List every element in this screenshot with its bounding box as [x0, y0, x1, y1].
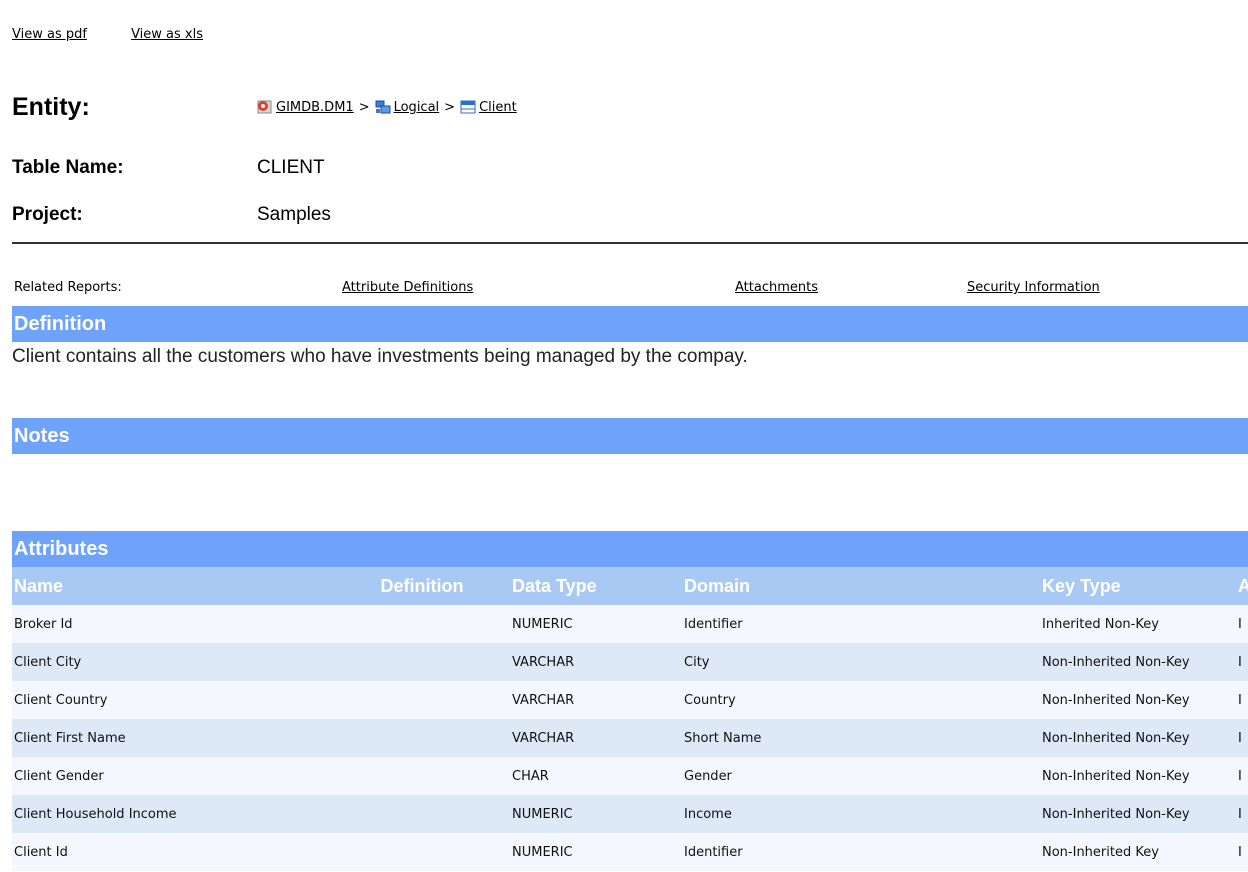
entity-table-icon [460, 99, 476, 115]
cell-definition [332, 719, 510, 757]
cell-name: Client Country [12, 681, 332, 719]
table-name-row: Table Name: CLIENT [12, 154, 325, 182]
cell-key-type: Non-Inherited Non-Key [1040, 681, 1236, 719]
table-row: Client First Name VARCHAR Short Name Non… [12, 719, 1248, 757]
cell-key-type: Inherited Non-Key [1040, 605, 1236, 643]
cell-name: Client Gender [12, 757, 332, 795]
column-header-data-type[interactable]: Data Type [510, 567, 682, 605]
project-value: Samples [257, 204, 331, 225]
cell-truncated: I [1236, 833, 1248, 871]
related-reports-label: Related Reports: [14, 280, 122, 295]
table-row: Client City VARCHAR City Non-Inherited N… [12, 643, 1248, 681]
entity-label: Entity: [12, 92, 90, 121]
cell-data-type: CHAR [510, 757, 682, 795]
cell-truncated: I [1236, 643, 1248, 681]
view-as-xls-link[interactable]: View as xls [131, 27, 203, 42]
cell-data-type: NUMERIC [510, 833, 682, 871]
cell-data-type: VARCHAR [510, 681, 682, 719]
cell-truncated: I [1236, 605, 1248, 643]
cell-domain: Gender [682, 757, 1040, 795]
table-row: Client Country VARCHAR Country Non-Inher… [12, 681, 1248, 719]
notes-section-header: Notes [12, 418, 1248, 454]
cell-definition [332, 681, 510, 719]
cell-data-type: NUMERIC [510, 795, 682, 833]
cell-key-type: Non-Inherited Non-Key [1040, 795, 1236, 833]
definition-text: Client contains all the customers who ha… [12, 346, 748, 367]
table-row: Broker Id NUMERIC Identifier Inherited N… [12, 605, 1248, 643]
breadcrumb-separator: > [358, 99, 370, 115]
cell-truncated: I [1236, 681, 1248, 719]
cell-data-type: NUMERIC [510, 605, 682, 643]
cell-key-type: Non-Inherited Key [1040, 833, 1236, 871]
header-divider [12, 242, 1248, 244]
model-icon [257, 99, 273, 115]
cell-domain: Short Name [682, 719, 1040, 757]
breadcrumb: GIMDB.DM1 > Logical > Client [257, 99, 517, 115]
cell-truncated: I [1236, 719, 1248, 757]
cell-definition [332, 795, 510, 833]
cell-key-type: Non-Inherited Non-Key [1040, 757, 1236, 795]
table-row: Client Id NUMERIC Identifier Non-Inherit… [12, 833, 1248, 871]
cell-name: Broker Id [12, 605, 332, 643]
cell-name: Client First Name [12, 719, 332, 757]
table-row: Client Gender CHAR Gender Non-Inherited … [12, 757, 1248, 795]
attachments-link[interactable]: Attachments [735, 280, 818, 295]
cell-definition [332, 643, 510, 681]
cell-data-type: VARCHAR [510, 643, 682, 681]
cell-definition [332, 757, 510, 795]
logical-model-icon [375, 99, 391, 115]
cell-domain: Identifier [682, 833, 1040, 871]
cell-name: Client City [12, 643, 332, 681]
table-row: Client Household Income NUMERIC Income N… [12, 795, 1248, 833]
project-row: Project: Samples [12, 201, 331, 229]
cell-truncated: I [1236, 795, 1248, 833]
table-name-label: Table Name: [12, 157, 124, 178]
view-as-pdf-link[interactable]: View as pdf [12, 27, 87, 42]
related-reports: Related Reports: Attribute Definitions A… [12, 280, 1248, 298]
cell-key-type: Non-Inherited Non-Key [1040, 719, 1236, 757]
cell-key-type: Non-Inherited Non-Key [1040, 643, 1236, 681]
breadcrumb-model-link[interactable]: GIMDB.DM1 [276, 100, 354, 115]
cell-domain: Income [682, 795, 1040, 833]
column-header-truncated[interactable]: A [1236, 567, 1248, 605]
entity-row: Entity: GIMDB.DM1 > Logical > Client [12, 90, 517, 124]
breadcrumb-client-link[interactable]: Client [479, 100, 517, 115]
cell-domain: Country [682, 681, 1040, 719]
cell-definition [332, 833, 510, 871]
breadcrumb-logical-link[interactable]: Logical [394, 100, 440, 115]
breadcrumb-separator: > [444, 99, 456, 115]
definition-section-header: Definition [12, 306, 1248, 342]
cell-name: Client Id [12, 833, 332, 871]
cell-truncated: I [1236, 757, 1248, 795]
top-links: View as pdf View as xls [12, 27, 243, 42]
attributes-section-header: Attributes [12, 531, 1248, 567]
column-header-key-type[interactable]: Key Type [1040, 567, 1236, 605]
cell-domain: Identifier [682, 605, 1040, 643]
attributes-table: Name Definition Data Type Domain Key Typ… [12, 567, 1248, 871]
table-name-value: CLIENT [257, 157, 325, 178]
column-header-name[interactable]: Name [12, 567, 332, 605]
attribute-definitions-link[interactable]: Attribute Definitions [342, 280, 473, 295]
attributes-header-row: Name Definition Data Type Domain Key Typ… [12, 567, 1248, 605]
cell-definition [332, 605, 510, 643]
security-information-link[interactable]: Security Information [967, 280, 1100, 295]
column-header-domain[interactable]: Domain [682, 567, 1040, 605]
cell-data-type: VARCHAR [510, 719, 682, 757]
project-label: Project: [12, 204, 83, 225]
column-header-definition[interactable]: Definition [332, 567, 510, 605]
cell-domain: City [682, 643, 1040, 681]
cell-name: Client Household Income [12, 795, 332, 833]
